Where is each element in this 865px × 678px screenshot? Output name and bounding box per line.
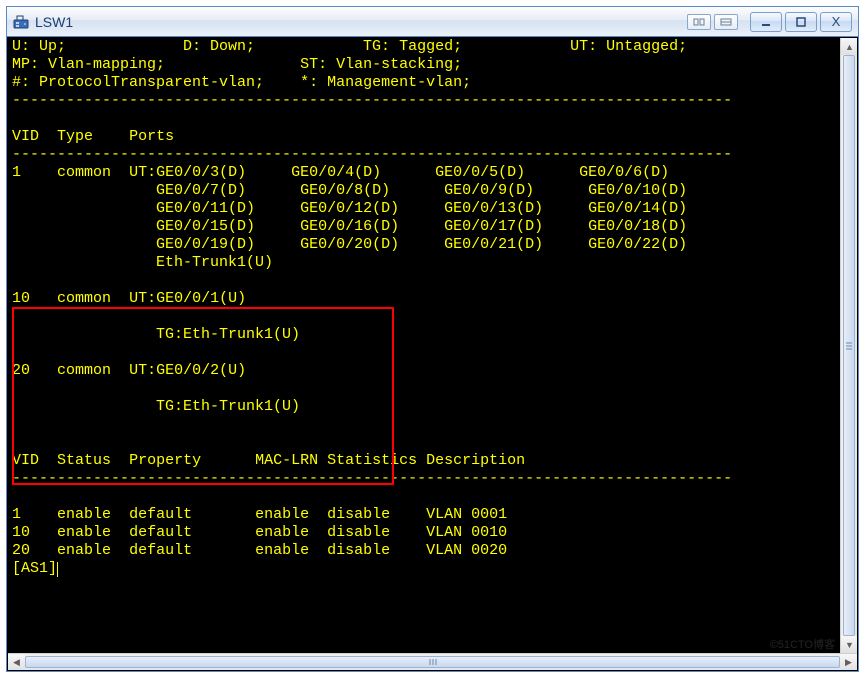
hdr-type: Type — [57, 128, 93, 145]
v10-ut: UT:GE0/0/1(U) — [129, 290, 246, 307]
hdr2-status: Status — [57, 452, 111, 469]
divider: ----------------------------------------… — [12, 470, 732, 487]
divider: ----------------------------------------… — [12, 146, 732, 163]
horizontal-scrollbar[interactable]: ◀ ▶ — [8, 653, 857, 670]
terminal-output: U: Up; D: Down; TG: Tagged; UT: Untagged… — [8, 38, 857, 578]
legend-star: *: Management-vlan; — [300, 74, 471, 91]
hdr-ports: Ports — [129, 128, 174, 145]
v20-ut: UT:GE0/0/2(U) — [129, 362, 246, 379]
app-icon — [13, 14, 29, 30]
vertical-scrollbar[interactable]: ▲ ▼ — [840, 38, 857, 653]
v20-tg: TG:Eth-Trunk1(U) — [156, 398, 300, 415]
window-title: LSW1 — [35, 14, 681, 30]
scroll-thumb-v[interactable] — [843, 55, 855, 636]
scroll-right-button[interactable]: ▶ — [840, 654, 857, 671]
v20-type: common — [57, 362, 111, 379]
hdr2-mac: MAC-LRN — [255, 452, 318, 469]
close-button[interactable]: X — [820, 12, 852, 32]
scroll-track-h[interactable] — [25, 654, 840, 670]
legend-hash: #: ProtocolTransparent-vlan; — [12, 74, 264, 91]
scroll-thumb-h[interactable] — [25, 656, 840, 668]
prompt: [AS1] — [12, 560, 57, 577]
v20-vid: 20 — [12, 362, 30, 379]
scroll-up-button[interactable]: ▲ — [841, 38, 858, 55]
titlebar[interactable]: LSW1 X — [7, 7, 858, 37]
app-window: LSW1 X U: Up; D: Down; TG: Tagged; UT: U… — [6, 6, 859, 672]
scroll-down-button[interactable]: ▼ — [841, 636, 858, 653]
hdr2-desc: Description — [426, 452, 525, 469]
v1-type: common — [57, 164, 111, 181]
aux-button-1[interactable] — [687, 14, 711, 30]
hdr2-stat: Statistics — [327, 452, 417, 469]
v10-vid: 10 — [12, 290, 30, 307]
terminal-area[interactable]: U: Up; D: Down; TG: Tagged; UT: Untagged… — [7, 37, 858, 671]
aux-button-2[interactable] — [714, 14, 738, 30]
legend-mp: MP: Vlan-mapping; — [12, 56, 165, 73]
cursor — [57, 562, 58, 577]
divider: ----------------------------------------… — [12, 92, 732, 109]
v1-vid: 1 — [12, 164, 21, 181]
hdr2-prop: Property — [129, 452, 201, 469]
v10-tg: TG:Eth-Trunk1(U) — [156, 326, 300, 343]
window-buttons: X — [687, 12, 852, 32]
scroll-track-v[interactable] — [841, 55, 857, 636]
legend-line1: U: Up; D: Down; TG: Tagged; UT: Untagged… — [12, 38, 687, 55]
scroll-left-button[interactable]: ◀ — [8, 654, 25, 671]
watermark: ©51CTO博客 — [770, 636, 835, 652]
hdr-vid: VID — [12, 128, 39, 145]
minimize-button[interactable] — [750, 12, 782, 32]
hdr2-vid: VID — [12, 452, 39, 469]
legend-st: ST: Vlan-stacking; — [300, 56, 462, 73]
maximize-button[interactable] — [785, 12, 817, 32]
v10-type: common — [57, 290, 111, 307]
